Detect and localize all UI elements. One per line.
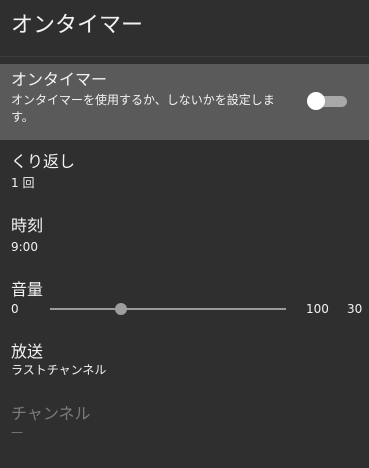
on-timer-item[interactable]: オンタイマー オンタイマーを使用するか、しないかを設定します。: [0, 64, 369, 140]
repeat-value: 1 回: [11, 176, 35, 190]
on-timer-description: オンタイマーを使用するか、しないかを設定します。: [11, 93, 275, 124]
volume-min-label: 0: [11, 302, 19, 316]
channel-item: チャンネル —: [0, 400, 369, 450]
volume-item[interactable]: 音量: [0, 276, 369, 326]
volume-max-label: 100: [306, 302, 329, 316]
page-title: オンタイマー: [11, 13, 144, 38]
toggle-thumb: [307, 92, 325, 110]
broadcast-title: 放送: [11, 342, 44, 361]
repeat-item[interactable]: くり返し 1 回: [0, 148, 369, 202]
volume-value: 30: [347, 302, 363, 316]
time-value: 9:00: [11, 240, 38, 254]
volume-title: 音量: [11, 280, 44, 299]
on-timer-title: オンタイマー: [11, 70, 108, 89]
repeat-title: くり返し: [11, 152, 76, 171]
volume-slider-track[interactable]: [50, 308, 286, 310]
channel-title: チャンネル: [11, 404, 91, 423]
broadcast-value: ラストチャンネル: [11, 363, 107, 377]
on-timer-toggle[interactable]: [307, 92, 347, 110]
header: オンタイマー: [0, 0, 369, 57]
broadcast-item[interactable]: 放送 ラストチャンネル: [0, 338, 369, 392]
volume-slider-thumb[interactable]: [114, 303, 127, 315]
channel-value: —: [11, 425, 23, 439]
time-title: 時刻: [11, 216, 44, 235]
time-item[interactable]: 時刻 9:00: [0, 212, 369, 266]
